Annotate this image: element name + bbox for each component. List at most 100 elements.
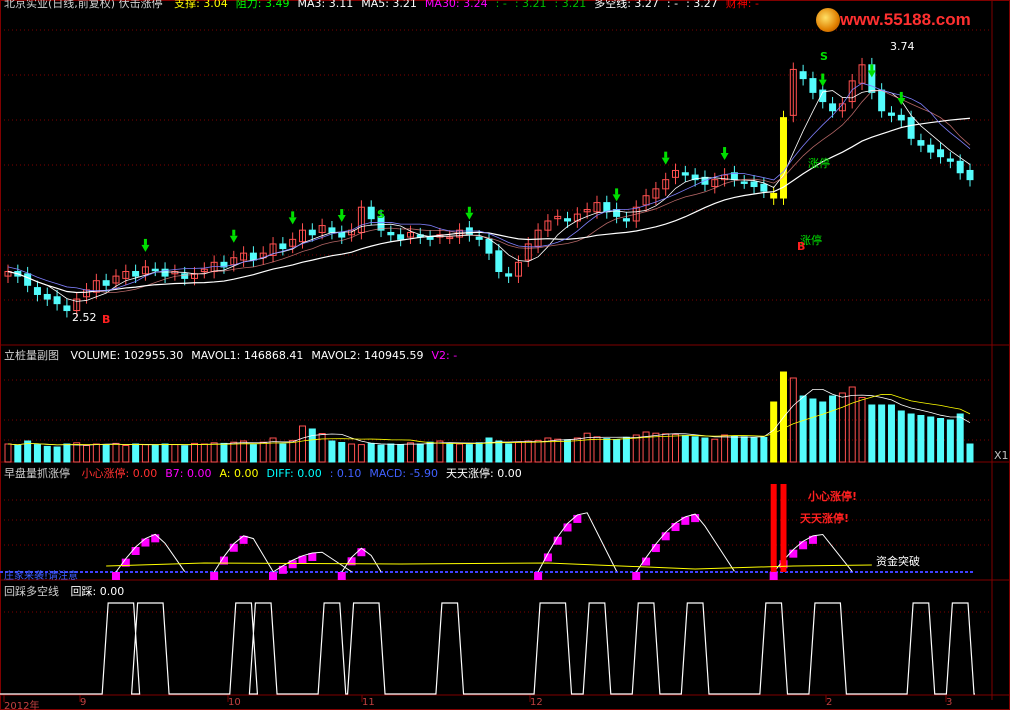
volume-bar: [289, 439, 297, 463]
volume-bar: [446, 442, 454, 463]
candle-body: [132, 271, 140, 277]
main-header-item: : 3.21: [514, 0, 547, 10]
volume-bar: [809, 398, 817, 463]
volume-bar: [318, 433, 326, 463]
indicator-block: [141, 538, 150, 547]
candle-body: [770, 192, 778, 199]
indicator-pane-header: 早盘量抓涨停 小心涨停: 0.00 B7: 0.00 A: 0.00 DIFF: 0.…: [4, 467, 538, 480]
candle-body: [397, 234, 405, 240]
volume-bar: [141, 444, 149, 463]
indicator-block: [111, 572, 120, 580]
volume-bar: [721, 434, 729, 463]
volume-bar: [613, 439, 621, 463]
pane-switch-tag[interactable]: X1: [994, 449, 1009, 462]
volume-bar: [4, 443, 12, 463]
x-axis-label: 11: [362, 697, 375, 708]
candle-body: [475, 236, 483, 240]
volume-bar: [554, 438, 562, 463]
candle-body: [426, 236, 434, 240]
volume-bar: [436, 440, 444, 463]
ind-header-item: 小心涨停: 0.00: [81, 467, 158, 480]
volume-bar: [573, 437, 581, 463]
down-arrow-icon: [664, 151, 668, 158]
down-arrow-icon: [899, 91, 903, 98]
volume-bar: [328, 440, 336, 463]
candle-body: [799, 71, 807, 80]
bottom-header-item: 回踩: 0.00: [70, 585, 125, 598]
ind-header-item: : 0.10: [329, 467, 362, 480]
candle-body: [897, 114, 905, 121]
main-header-item: : -: [495, 0, 507, 10]
x-axis-label: 2012年: [4, 701, 40, 710]
volume-bar: [220, 442, 228, 463]
x-axis-label: 10: [228, 697, 241, 708]
volume-bar: [249, 444, 257, 463]
volume-bar: [495, 440, 503, 463]
x-axis-label: 9: [80, 697, 87, 708]
volume-bar: [838, 392, 846, 463]
volume-bar: [917, 415, 925, 463]
candle-body: [937, 149, 945, 158]
volume-bar: [181, 445, 189, 463]
candle-body: [33, 287, 41, 295]
x-axis-label: 3: [946, 697, 953, 708]
volume-bar: [662, 433, 670, 463]
main-header-item: MA5: 3.21: [361, 0, 417, 10]
volume-bar: [740, 436, 748, 463]
main-header-item: MA30: 3.24: [424, 0, 488, 10]
candle-body: [24, 273, 32, 286]
volume-bar: [603, 438, 611, 463]
volume-bar: [514, 441, 522, 463]
candle-body: [308, 229, 316, 236]
down-arrow-icon: [340, 209, 344, 216]
volume-bar: [701, 437, 709, 463]
x-axis-label: 2: [826, 697, 833, 708]
volume-bar: [191, 442, 199, 463]
candle-body: [878, 89, 886, 112]
candle-body: [485, 238, 493, 254]
volume-bar: [112, 442, 120, 463]
candle-body: [53, 296, 61, 305]
warn-limit-label: 小心涨停!: [808, 490, 858, 503]
volume-bar: [279, 443, 287, 463]
volume-bar: [956, 413, 964, 463]
volume-bar: [14, 445, 22, 463]
stock-chart-window: 2.52 3.74 涨停 涨停 B B S S 北京实业(日线,前复权) 伏击涨停 支撑: 3…: [0, 0, 1010, 710]
volume-bar: [966, 443, 974, 463]
candle-body: [956, 160, 964, 174]
volume-bar: [681, 435, 689, 463]
indicator-block: [269, 572, 278, 580]
ind-header-item: A: 0.00: [219, 467, 259, 480]
candle-body: [249, 252, 257, 261]
volume-bar: [750, 437, 758, 463]
volume-bar: [927, 416, 935, 463]
main-header-item: MA3: 3.11: [297, 0, 354, 10]
volume-bar: [937, 418, 945, 463]
volume-bar: [259, 441, 267, 463]
volume-bar: [298, 425, 306, 463]
down-arrow-icon: [232, 229, 236, 236]
ind-header-item: MACD: -5.90: [369, 467, 439, 480]
volume-bar: [907, 413, 915, 463]
main-header-item: : 3.21: [554, 0, 587, 10]
candle-body: [151, 268, 159, 272]
volume-bar: [357, 444, 365, 463]
volume-bar: [132, 443, 140, 463]
indicator-block: [337, 572, 346, 580]
volume-bar: [485, 437, 493, 463]
volume-bar: [672, 433, 680, 463]
candle-body: [809, 78, 817, 93]
candle-body: [387, 231, 395, 236]
candle-body: [750, 181, 758, 188]
down-arrow-icon: [612, 194, 621, 202]
volume-bar: [878, 404, 886, 463]
sell-signal-label: S: [820, 50, 828, 63]
volume-bar: [406, 442, 414, 463]
indicator-block: [357, 548, 366, 557]
main-header-item: : 3.27: [686, 0, 718, 10]
main-header-item: 多空线: 3.27: [594, 0, 659, 10]
candle-body: [622, 218, 630, 222]
candle-body: [966, 169, 974, 181]
candle-body: [102, 280, 110, 286]
down-arrow-icon: [897, 97, 906, 105]
